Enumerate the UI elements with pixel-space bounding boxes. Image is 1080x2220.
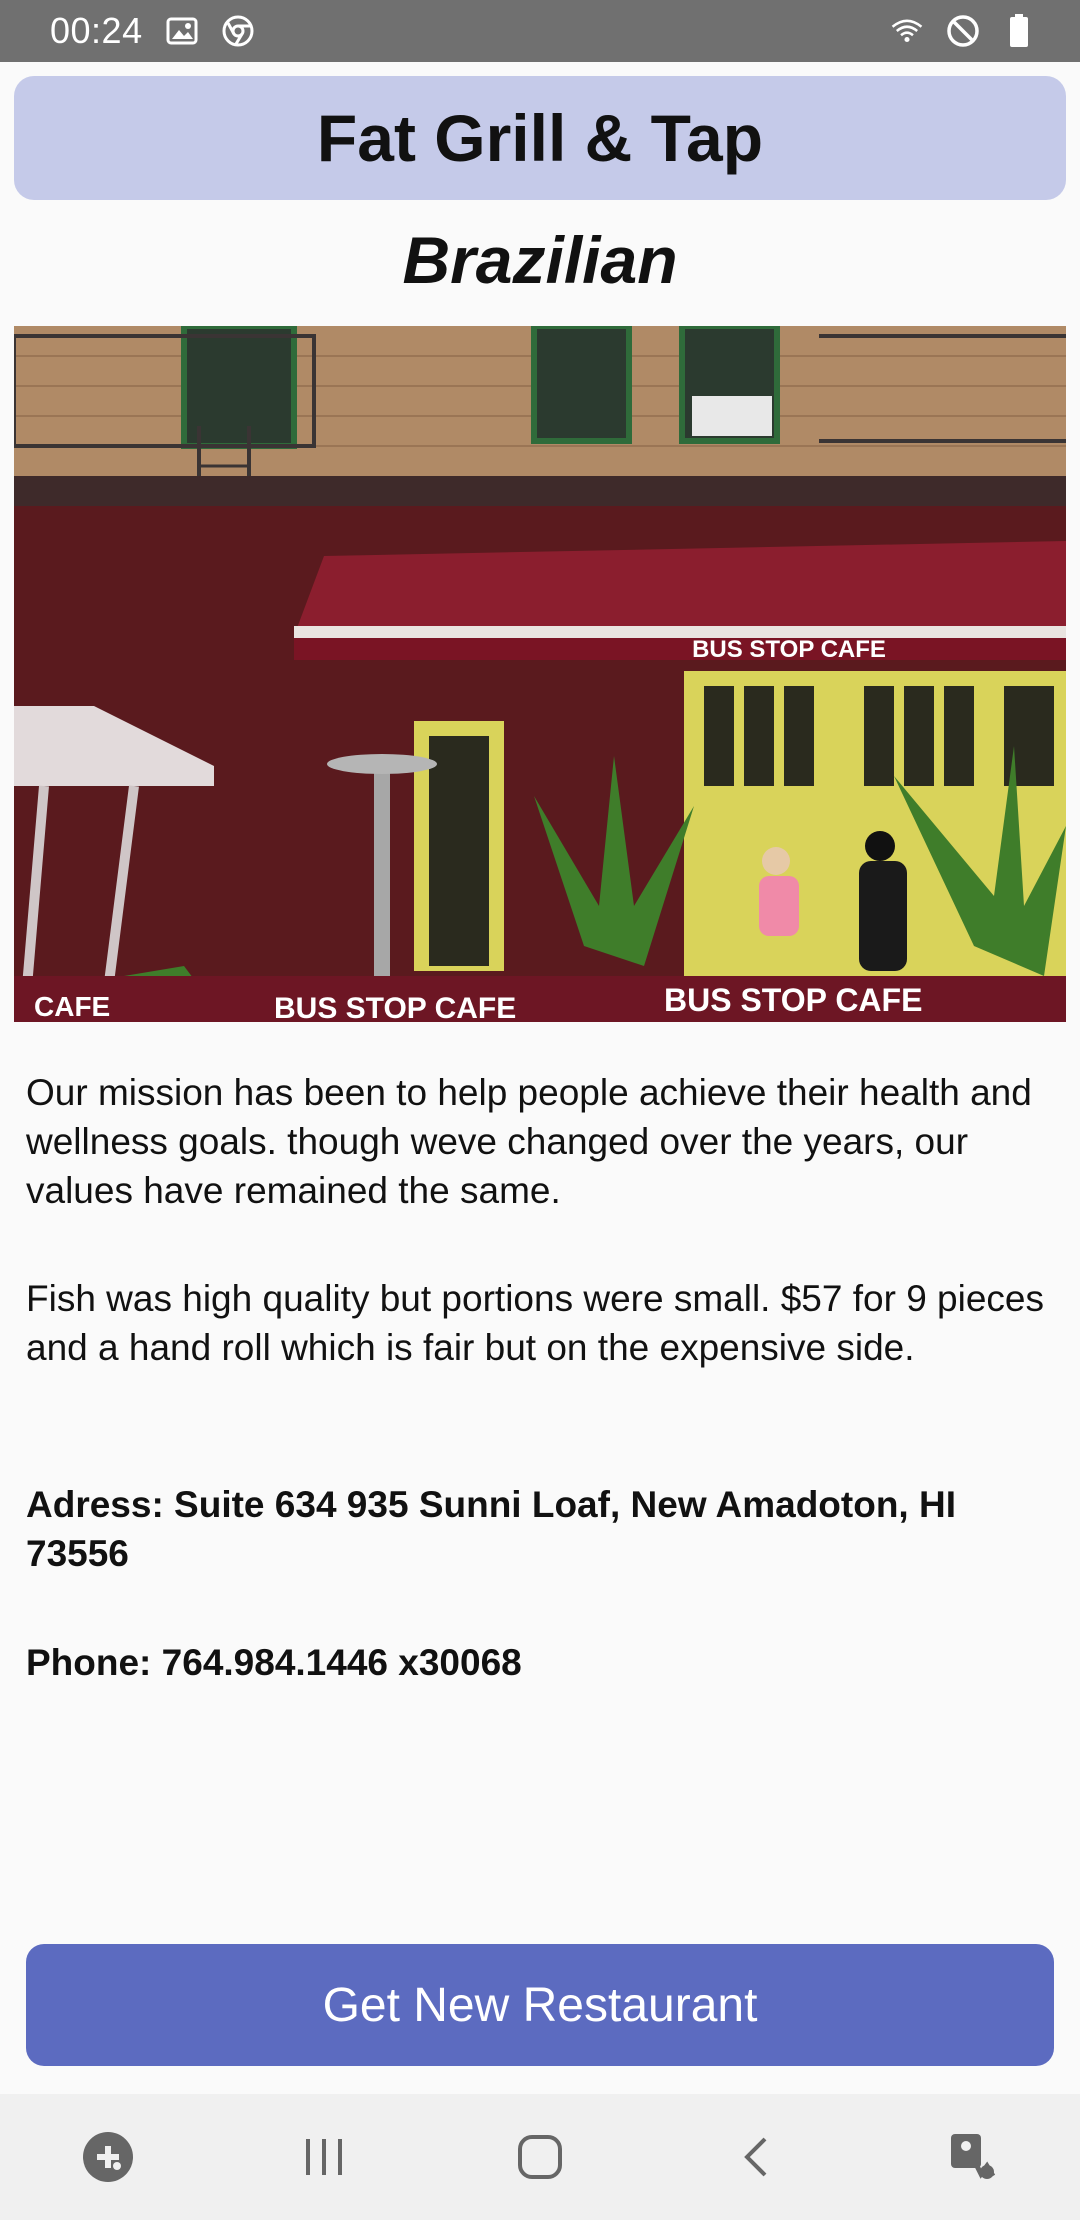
- accessibility-icon[interactable]: [927, 2112, 1017, 2202]
- get-new-restaurant-button[interactable]: Get New Restaurant: [26, 1944, 1054, 2066]
- do-not-disturb-icon: [946, 14, 980, 48]
- banner-sign-2: BUS STOP CAFE: [274, 992, 516, 1022]
- recent-apps-icon[interactable]: [279, 2112, 369, 2202]
- cuisine-label: Brazilian: [402, 223, 678, 297]
- battery-icon: [1002, 14, 1036, 48]
- status-bar: 00:24: [0, 0, 1080, 62]
- restaurant-name: Fat Grill & Tap: [316, 101, 764, 175]
- banner-sign-1: CAFE: [34, 991, 110, 1022]
- restaurant-photo: BUS STOP CAFE CAFE BUS STOP CAFE BUS STO…: [14, 326, 1066, 1022]
- review-text: Fish was high quality but portions were …: [26, 1278, 1045, 1368]
- awning-sign: BUS STOP CAFE: [692, 636, 886, 663]
- game-launcher-icon[interactable]: [63, 2112, 153, 2202]
- home-icon[interactable]: [495, 2112, 585, 2202]
- phone-text: Phone: 764.984.1446 x30068: [26, 1642, 522, 1683]
- back-icon[interactable]: [711, 2112, 801, 2202]
- wifi-icon: [890, 14, 924, 48]
- status-left: 00:24: [50, 10, 255, 52]
- address-text: Adress: Suite 634 935 Sunni Loaf, New Am…: [26, 1484, 956, 1574]
- gallery-icon: [165, 14, 199, 48]
- system-nav-bar: [0, 2094, 1080, 2220]
- chrome-icon: [221, 14, 255, 48]
- status-time: 00:24: [50, 10, 143, 51]
- mission-text: Our mission has been to help people achi…: [26, 1072, 1032, 1211]
- banner-sign-3: BUS STOP CAFE: [664, 982, 922, 1018]
- status-right: [890, 14, 1036, 48]
- restaurant-title-card: Fat Grill & Tap: [14, 76, 1066, 200]
